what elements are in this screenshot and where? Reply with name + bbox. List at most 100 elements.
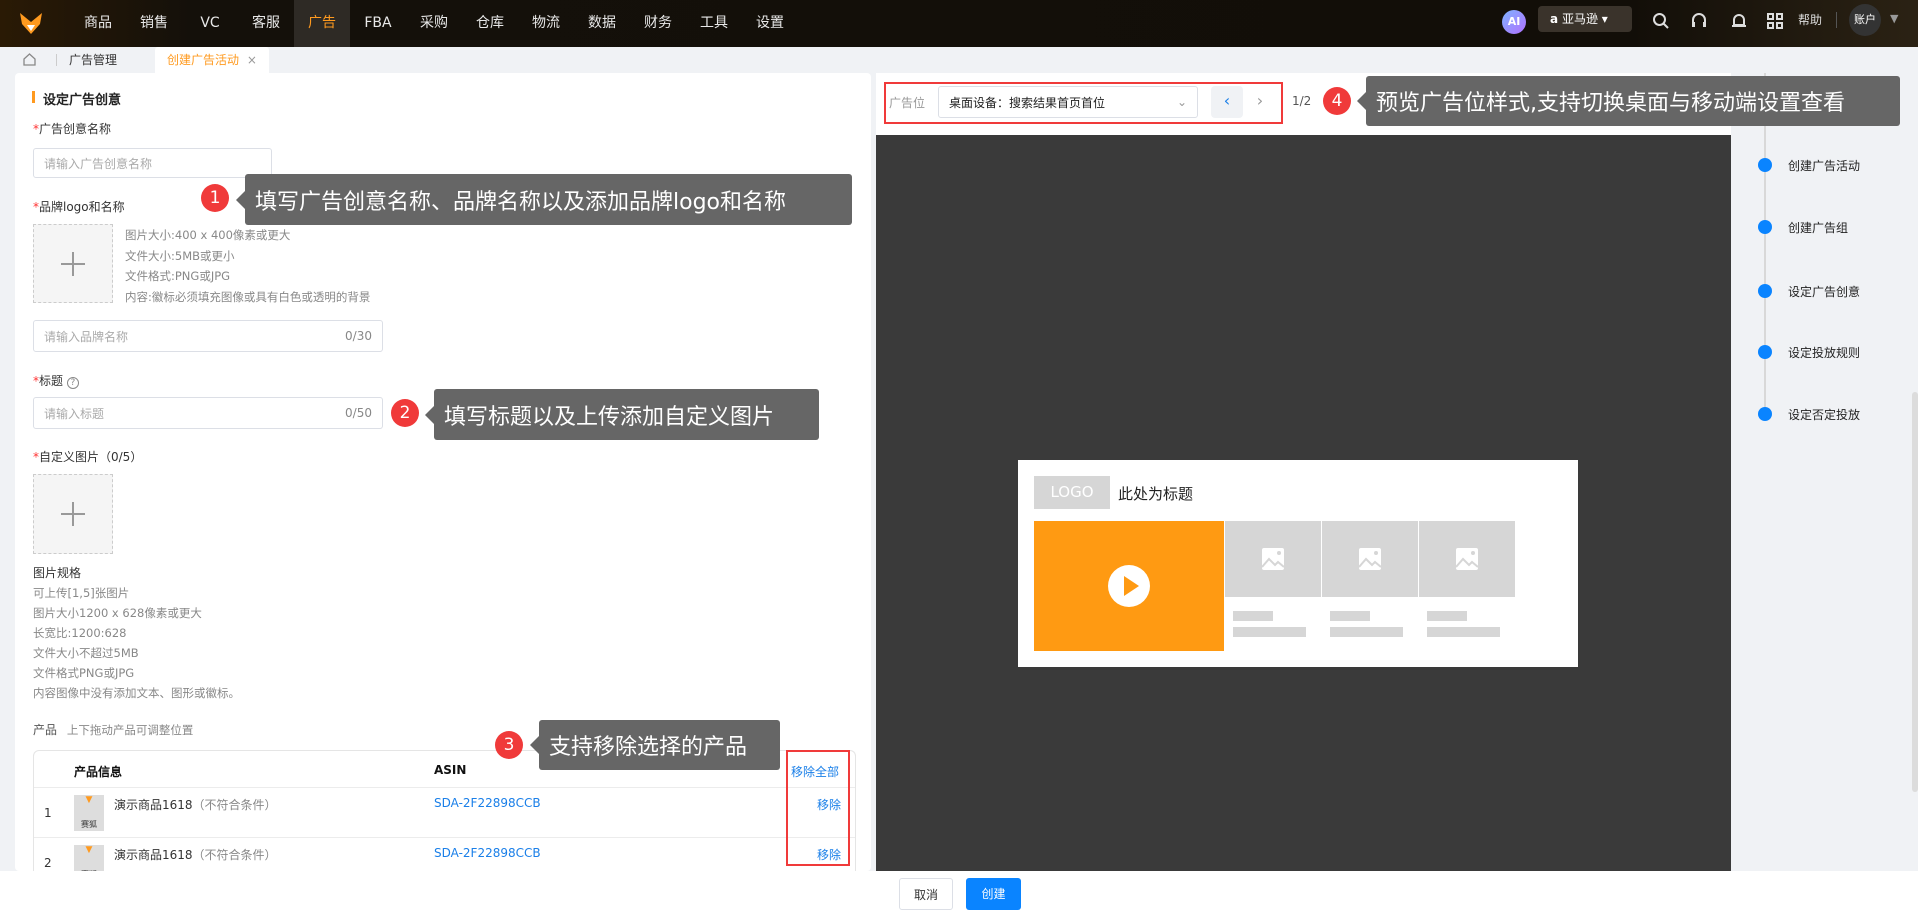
annotation-callout: 填写标题以及上传添加自定义图片 [425, 389, 819, 440]
row-index: 2 [44, 856, 52, 870]
asin-link[interactable]: SDA-2F22898CCB [434, 846, 541, 860]
nav-item[interactable]: 销售 [126, 0, 182, 47]
table-row[interactable]: 2 ▼赛狐 演示商品1618（不符合条件） SDA-2F22898CCB 移除 [34, 837, 855, 871]
image-placeholder [1419, 521, 1515, 597]
image-placeholder [1322, 521, 1418, 597]
help-link[interactable]: 帮助 [1798, 0, 1822, 40]
step-item[interactable]: 设定广告创意 [1788, 283, 1860, 300]
products-label: 产品 上下拖动产品可调整位置 [33, 723, 194, 737]
annotation-callout: 预览广告位样式,支持切换桌面与移动端设置查看 [1357, 76, 1900, 126]
tab-create-campaign[interactable]: 创建广告活动 × [155, 47, 269, 73]
step-item[interactable]: 创建广告活动 [1788, 157, 1860, 174]
product-thumbnail: ▼赛狐 [74, 845, 104, 871]
tab-ad-management[interactable]: 广告管理 [69, 47, 117, 73]
home-icon[interactable] [22, 52, 37, 67]
video-placeholder [1034, 521, 1224, 651]
annotation-marker: 4 [1323, 87, 1351, 115]
nav-item[interactable]: 客服 [238, 0, 294, 47]
headline-input[interactable]: 请输入标题 0/50 [33, 397, 383, 429]
section-title: 设定广告创意 [43, 93, 122, 108]
column-header-product: 产品信息 [74, 765, 123, 779]
page-indicator: 1/2 [1292, 94, 1312, 108]
annotation-marker: 1 [201, 184, 229, 212]
headset-icon[interactable] [1690, 12, 1708, 30]
create-button[interactable]: 创建 [966, 878, 1021, 910]
search-icon[interactable] [1652, 12, 1670, 30]
headline-label: *标题 ? [33, 372, 79, 389]
nav-item[interactable]: 物流 [518, 0, 574, 47]
apps-grid-icon[interactable] [1766, 12, 1784, 30]
product-name: 演示商品1618（不符合条件） [114, 798, 277, 812]
annotation-marker: 2 [391, 399, 419, 427]
brand-logo-upload[interactable] [33, 224, 113, 303]
section-marker [32, 91, 35, 103]
highlight-box [786, 750, 850, 866]
image-placeholder [1225, 521, 1321, 597]
footer-bar [0, 871, 1918, 916]
image-spec-title: 图片规格 [33, 566, 82, 580]
help-circle-icon[interactable]: ? [66, 377, 79, 389]
image-icon [1455, 548, 1479, 570]
product-name: 演示商品1618（不符合条件） [114, 848, 277, 862]
nav-item[interactable]: 商品 [70, 0, 126, 47]
logo-placeholder: LOGO [1034, 476, 1110, 509]
nav-item[interactable]: 设置 [742, 0, 798, 47]
platform-label: 亚马逊 [1561, 12, 1598, 26]
text-placeholder [1330, 611, 1370, 621]
annotation-callout: 支持移除选择的产品 [530, 720, 780, 770]
nav-item[interactable]: 采购 [406, 0, 462, 47]
fox-logo-icon[interactable] [18, 10, 44, 36]
char-count: 0/30 [345, 329, 372, 343]
text-placeholder [1233, 611, 1273, 621]
nav-item[interactable]: 工具 [686, 0, 742, 47]
account-caret-icon[interactable]: ▼ [1890, 12, 1898, 25]
creative-name-label: *广告创意名称 [33, 122, 112, 136]
ai-assistant-button[interactable]: AI [1502, 10, 1526, 34]
nav-item[interactable]: 广告 [294, 0, 350, 47]
text-placeholder [1427, 627, 1500, 637]
step-item[interactable]: 设定投放规则 [1788, 344, 1860, 361]
step-item[interactable]: 设定否定投放 [1788, 406, 1860, 423]
char-count: 0/50 [345, 406, 372, 420]
asin-link[interactable]: SDA-2F22898CCB [434, 796, 541, 810]
close-tab-icon[interactable]: × [247, 53, 257, 67]
top-nav: 商品 销售 VC 客服 广告 FBA 采购 仓库 物流 数据 财务 工具 设置 AI a 亚马逊 ▾ 帮… [0, 0, 1918, 47]
tab-bar: 广告管理 创建广告活动 × [0, 47, 1918, 73]
ad-preview-card: LOGO 此处为标题 [1018, 460, 1578, 667]
amazon-icon: a [1550, 12, 1559, 26]
divider [56, 54, 57, 66]
nav-item[interactable]: 财务 [630, 0, 686, 47]
account-avatar[interactable]: 账户 [1849, 4, 1881, 36]
cancel-button[interactable]: 取消 [899, 878, 953, 910]
brand-label: *品牌logo和名称 [33, 200, 125, 214]
caret-down-icon: ▾ [1601, 12, 1608, 26]
image-icon [1261, 548, 1285, 570]
step-dot [1758, 407, 1772, 421]
step-item[interactable]: 创建广告组 [1788, 219, 1848, 236]
text-placeholder [1330, 627, 1403, 637]
creative-name-input[interactable]: 请输入广告创意名称 [33, 148, 272, 178]
custom-image-label: *自定义图片（0/5） [33, 450, 143, 464]
scrollbar[interactable] [1912, 392, 1918, 792]
bell-icon[interactable] [1730, 12, 1748, 30]
nav-item[interactable]: 仓库 [462, 0, 518, 47]
nav-item[interactable]: FBA [350, 0, 406, 47]
tab-label: 创建广告活动 [167, 53, 240, 67]
step-dot [1758, 345, 1772, 359]
play-icon[interactable] [1108, 565, 1150, 607]
nav-item[interactable]: VC [182, 0, 238, 47]
nav-item[interactable]: 数据 [574, 0, 630, 47]
annotation-callout: 填写广告创意名称、品牌名称以及添加品牌logo和名称 [236, 174, 852, 225]
platform-select[interactable]: a 亚马逊 ▾ [1538, 6, 1632, 32]
text-placeholder [1233, 627, 1306, 637]
step-dot [1758, 284, 1772, 298]
column-header-asin: ASIN [434, 763, 467, 777]
step-dot [1758, 158, 1772, 172]
table-row[interactable]: 1 ▼ 赛狐 演示商品1618（不符合条件） SDA-2F22898CCB 移除 [34, 787, 855, 837]
custom-image-upload[interactable] [33, 474, 113, 554]
brand-name-input[interactable]: 请输入品牌名称 0/30 [33, 320, 383, 352]
highlight-box [884, 82, 1283, 124]
steps-sidebar [1731, 73, 1918, 871]
brand-logo-hints: 图片大小:400 x 400像素或更大 文件大小:5MB或更小 文件格式:PNG或J… [125, 228, 371, 304]
row-index: 1 [44, 806, 52, 820]
